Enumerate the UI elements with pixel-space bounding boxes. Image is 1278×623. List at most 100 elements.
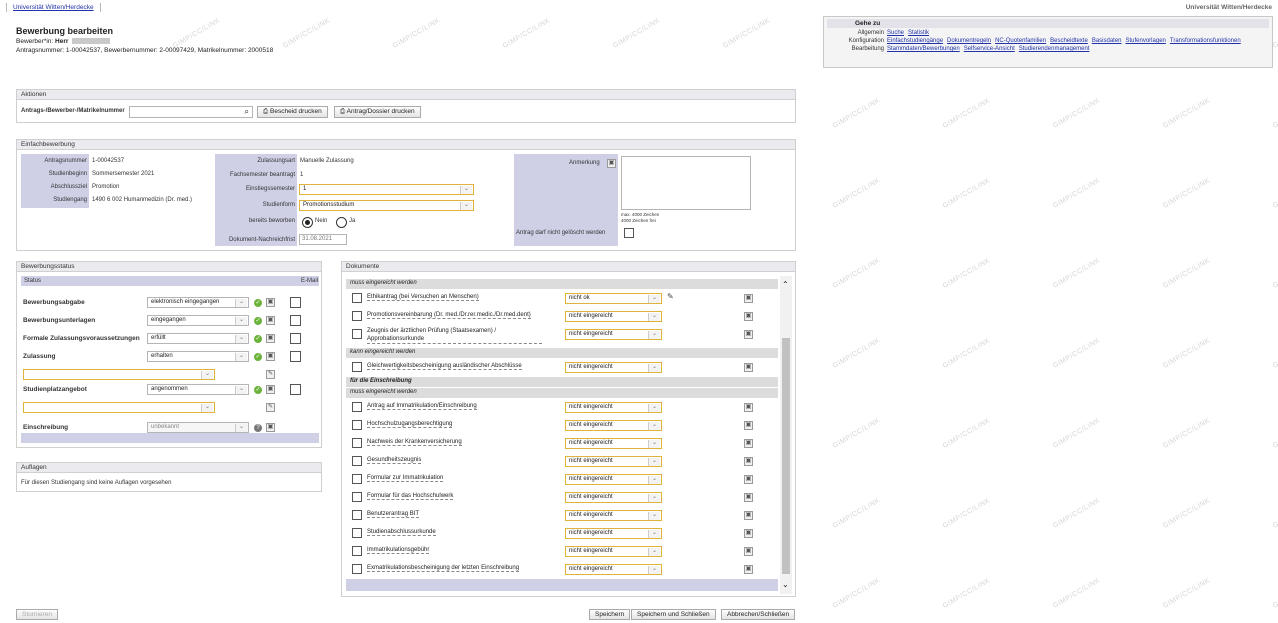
document-name[interactable]: Exmatrikulationsbescheinigung der letzte…	[367, 565, 520, 572]
document-status-select[interactable]: nicht eingereicht ⌄	[565, 438, 662, 449]
goto-link-einfachstudiengaenge[interactable]: Einfachstudiengänge	[887, 38, 943, 44]
pencil-icon[interactable]: ✎	[266, 370, 275, 379]
document-name[interactable]: Formular für das Hochschulwerk	[367, 493, 454, 500]
document-status-select[interactable]: nicht eingereicht ⌄	[565, 528, 662, 539]
goto-link-selfservice[interactable]: Selfservice-Ansicht	[964, 46, 1015, 52]
document-checkbox[interactable]	[352, 420, 362, 430]
reason-select[interactable]: ⌄	[23, 369, 215, 380]
document-name[interactable]: Immatrikulationsgebühr	[367, 547, 430, 554]
save-close-button[interactable]: Speichern und Schließen	[631, 609, 716, 620]
goto-link-studierendenmanagement[interactable]: Studierendenmanagement	[1019, 46, 1090, 52]
document-checkbox[interactable]	[352, 546, 362, 556]
document-name[interactable]: Gesundheitszeugnis	[367, 457, 422, 464]
edit-icon[interactable]: ▣	[266, 423, 275, 432]
pencil-icon[interactable]: ✎	[667, 292, 674, 301]
document-checkbox[interactable]	[352, 402, 362, 412]
document-name[interactable]: Zeugnis der ärztlichen Prüfung (Staatsex…	[367, 327, 542, 344]
goto-link-stammdaten[interactable]: Stammdaten/Bewerbungen	[887, 46, 960, 52]
document-checkbox[interactable]	[352, 492, 362, 502]
edit-icon[interactable]: ▣	[744, 457, 753, 466]
scroll-down-icon[interactable]: ⌄	[782, 580, 789, 589]
edit-icon[interactable]: ▣	[607, 159, 616, 168]
edit-icon[interactable]: ▣	[744, 547, 753, 556]
scroll-thumb[interactable]	[782, 338, 790, 574]
nicht-loeschen-checkbox[interactable]	[624, 228, 634, 238]
document-status-select[interactable]: nicht eingereicht ⌄	[565, 402, 662, 413]
edit-icon[interactable]: ▣	[744, 330, 753, 339]
document-name[interactable]: Ethikantrag (bei Versuchen an Menschen)	[367, 294, 479, 301]
status-select[interactable]: eingegangen ⌄	[147, 315, 249, 326]
edit-icon[interactable]: ▣	[266, 334, 275, 343]
goto-link-dokumentregeln[interactable]: Dokumentregeln	[947, 38, 991, 44]
document-status-select[interactable]: nicht eingereicht ⌄	[565, 474, 662, 485]
status-select[interactable]: erhalten ⌄	[147, 351, 249, 362]
document-name[interactable]: Studienabschlussurkunde	[367, 529, 436, 536]
document-checkbox[interactable]	[352, 510, 362, 520]
edit-icon[interactable]: ▣	[744, 403, 753, 412]
edit-icon[interactable]: ▣	[744, 312, 753, 321]
edit-icon[interactable]: ▣	[744, 439, 753, 448]
document-name[interactable]: Antrag auf Immatrikulation/Einschreibung	[367, 403, 477, 410]
status-select[interactable]: elektronisch eingegangen ⌄	[147, 297, 249, 308]
status-select[interactable]: angenommen ⌄	[147, 384, 249, 395]
edit-icon[interactable]: ▣	[266, 298, 275, 307]
pencil-icon[interactable]: ✎	[266, 403, 275, 412]
document-checkbox[interactable]	[352, 528, 362, 538]
document-name[interactable]: Nachweis der Krankenversicherung	[367, 439, 462, 446]
goto-link-nc-quotenfamilien[interactable]: NC-Quotenfamilien	[995, 38, 1046, 44]
document-status-select[interactable]: nicht ok ⌄	[565, 293, 662, 304]
stornieren-button[interactable]: Stornieren	[16, 609, 58, 620]
document-name[interactable]: Hochschulzugangsberechtigung	[367, 421, 453, 428]
document-status-select[interactable]: nicht eingereicht ⌄	[565, 456, 662, 467]
document-name[interactable]: Gleichwertigkeitsbescheinigung ausländis…	[367, 363, 522, 370]
edit-icon[interactable]: ▣	[266, 385, 275, 394]
edit-icon[interactable]: ▣	[266, 316, 275, 325]
document-status-select[interactable]: nicht eingereicht ⌄	[565, 362, 662, 373]
email-checkbox[interactable]	[290, 333, 301, 344]
print-notice-button[interactable]: ⎙ Bescheid drucken	[257, 106, 328, 118]
document-checkbox[interactable]	[352, 564, 362, 574]
save-button[interactable]: Speichern	[589, 609, 631, 620]
edit-icon[interactable]: ▣	[744, 421, 753, 430]
document-checkbox[interactable]	[352, 438, 362, 448]
edit-icon[interactable]: ▣	[266, 352, 275, 361]
document-checkbox[interactable]	[352, 311, 362, 321]
goto-link-statistik[interactable]: Statistik	[908, 30, 929, 36]
document-status-select[interactable]: nicht eingereicht ⌄	[565, 311, 662, 322]
document-status-select[interactable]: nicht eingereicht ⌄	[565, 420, 662, 431]
scrollbar[interactable]: ⌃ ⌄	[780, 276, 792, 594]
document-status-select[interactable]: nicht eingereicht ⌄	[565, 546, 662, 557]
edit-icon[interactable]: ▣	[744, 493, 753, 502]
reason-select[interactable]: ⌄	[23, 402, 215, 413]
goto-link-suche[interactable]: Suche	[887, 30, 904, 36]
document-status-select[interactable]: nicht eingereicht ⌄	[565, 329, 662, 340]
studienform-select[interactable]: Promotionsstudium ⌄	[299, 200, 474, 211]
search-icon[interactable]: ⌕	[245, 107, 249, 117]
document-checkbox[interactable]	[352, 329, 362, 339]
document-name[interactable]: Promotionsvereinbarung (Dr. med./Dr.rer.…	[367, 312, 531, 319]
print-dossier-button[interactable]: ⎙ Antrag/Dossier drucken	[334, 106, 421, 118]
search-input[interactable]: ⌕	[129, 106, 253, 118]
status-select[interactable]: unbekannt ⌄	[147, 422, 249, 433]
document-checkbox[interactable]	[352, 456, 362, 466]
email-checkbox[interactable]	[290, 384, 301, 395]
radio-ja[interactable]	[336, 217, 347, 228]
university-tab-link[interactable]: Universität Witten/Herdecke	[6, 3, 101, 12]
document-name[interactable]: Benutzerantrag BIT	[367, 511, 420, 518]
cancel-close-button[interactable]: Abbrechen/Schließen	[721, 609, 796, 620]
document-checkbox[interactable]	[352, 362, 362, 372]
goto-link-basisdaten[interactable]: Basisdaten	[1092, 38, 1122, 44]
radio-nein[interactable]	[302, 217, 313, 228]
edit-icon[interactable]: ▣	[744, 565, 753, 574]
email-checkbox[interactable]	[290, 315, 301, 326]
goto-link-bescheidtexte[interactable]: Bescheidtexte	[1050, 38, 1088, 44]
email-checkbox[interactable]	[290, 297, 301, 308]
frist-input[interactable]: 31.08.2021	[299, 234, 347, 245]
edit-icon[interactable]: ▣	[744, 294, 753, 303]
document-status-select[interactable]: nicht eingereicht ⌄	[565, 510, 662, 521]
status-select[interactable]: erfüllt ⌄	[147, 333, 249, 344]
goto-link-transformationsfunktionen[interactable]: Transformationsfunktionen	[1170, 38, 1241, 44]
edit-icon[interactable]: ▣	[744, 363, 753, 372]
document-name[interactable]: Formular zur Immatrikulation	[367, 475, 444, 482]
edit-icon[interactable]: ▣	[744, 511, 753, 520]
